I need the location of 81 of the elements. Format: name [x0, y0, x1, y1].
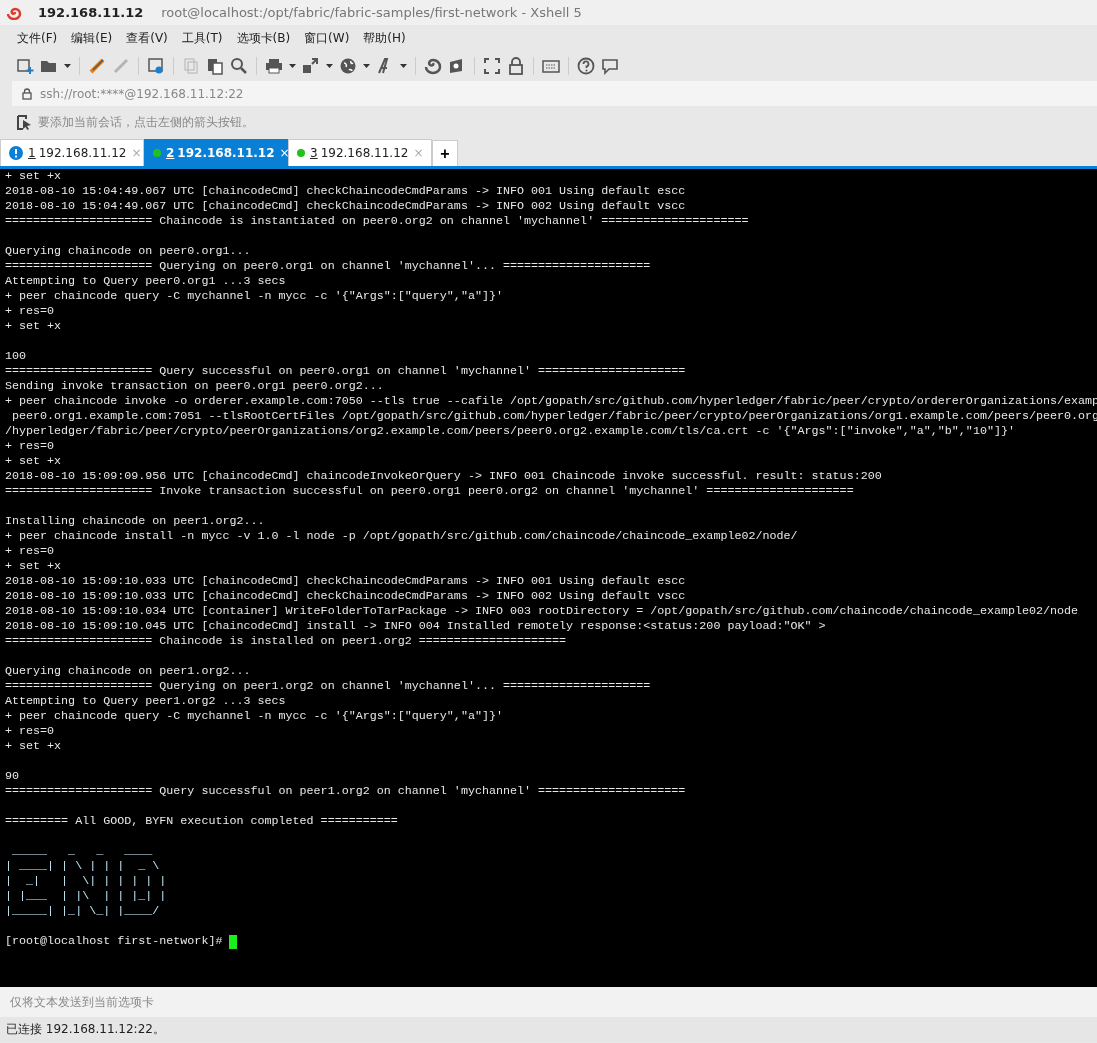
- terminal-line: + peer chaincode query -C mychannel -n mycc -c '{"Args":["query","a"]}': [5, 289, 504, 304]
- terminal-line: 2018-08-10 15:04:49.067 UTC [chaincodeCmd] checkChaincodeCmdParams -> INFO 002 Using default vscc: [5, 199, 687, 214]
- terminal-line: + res=0: [5, 724, 56, 739]
- keyboard-icon[interactable]: [542, 57, 560, 75]
- caret-icon[interactable]: [400, 64, 407, 68]
- terminal-line: /hyperledger/fabric/peer/crypto/peerOrganizations/org2.example.com/peers/peer0.org2.example.com/tls/ca.crt -c '{"Args":["invoke","a","b","10"]}': [5, 424, 1016, 439]
- status-dot: [297, 149, 305, 157]
- lock-icon: [22, 87, 32, 100]
- session-tab[interactable]: 3 192.168.11.12 ×: [288, 139, 432, 166]
- menu-item[interactable]: 选项卡(B): [233, 28, 294, 49]
- terminal-line: + set +x: [5, 454, 63, 469]
- terminal-line: + set +x: [5, 169, 63, 184]
- terminal-line: Sending invoke transaction on peer0.org1 peer0.org2...: [5, 379, 385, 394]
- help-icon[interactable]: [577, 57, 595, 75]
- terminal-line: ===================== Invoke transaction successful on peer0.org1 peer0.org2 on channel 'mychannel' =====================: [5, 484, 855, 499]
- menu-item[interactable]: 窗口(W): [301, 28, 353, 49]
- hint-text: 要添加当前会话，点击左侧的箭头按钮。: [38, 113, 254, 131]
- terminal-line: + set +x: [5, 739, 63, 754]
- terminal-line: Querying chaincode on peer1.org2...: [5, 664, 252, 679]
- add-session-arrow-icon[interactable]: [16, 114, 32, 130]
- chat-icon[interactable]: [601, 57, 619, 75]
- terminal-line: 90: [5, 769, 21, 784]
- terminal-line: 2018-08-10 15:09:10.033 UTC [chaincodeCmd] checkChaincodeCmdParams -> INFO 001 Using default escc: [5, 574, 687, 589]
- printer-icon[interactable]: [265, 57, 283, 75]
- globe-icon[interactable]: [339, 57, 357, 75]
- terminal-line: Attempting to Query peer0.org1 ...3 secs: [5, 274, 287, 289]
- transfer-icon[interactable]: [302, 57, 320, 75]
- search-icon[interactable]: [230, 57, 248, 75]
- app-logo-icon: [6, 5, 22, 20]
- terminal-line: ===================== Query successful on peer0.org1 on channel 'mychannel' =====================: [5, 364, 687, 379]
- paste-icon[interactable]: [206, 57, 224, 75]
- menu-item[interactable]: 帮助(H): [360, 28, 409, 49]
- terminal-line: 2018-08-10 15:04:49.067 UTC [chaincodeCmd] checkChaincodeCmdParams -> INFO 001 Using default escc: [5, 184, 687, 199]
- terminal[interactable]: [0, 169, 1097, 987]
- terminal-line: 2018-08-10 15:09:10.033 UTC [chaincodeCmd] checkChaincodeCmdParams -> INFO 002 Using default vscc: [5, 589, 687, 604]
- terminal-line: + res=0: [5, 544, 56, 559]
- terminal-line: 2018-08-10 15:09:09.956 UTC [chaincodeCmd] chaincodeInvokeOrQuery -> INFO 001 Chaincode invoke successful. result: status:200: [5, 469, 883, 484]
- caret-icon[interactable]: [289, 64, 296, 68]
- terminal-line: + set +x: [5, 319, 63, 334]
- terminal-line: Querying chaincode on peer0.org1...: [5, 244, 252, 259]
- terminal-line: ===================== Query successful on peer1.org2 on channel 'mychannel' =====================: [5, 784, 687, 799]
- cursor: [229, 934, 238, 949]
- terminal-line: + res=0: [5, 304, 56, 319]
- terminal-line: ========= All GOOD, BYFN execution completed ===========: [5, 814, 399, 829]
- terminal-line: ===================== Querying on peer1.org2 on channel 'mychannel'... =====================: [5, 679, 652, 694]
- host-title: 192.168.11.12: [38, 5, 144, 20]
- properties-icon[interactable]: [147, 57, 165, 75]
- send-text-field[interactable]: 仅将文本发送到当前选项卡: [8, 994, 412, 1010]
- session-tab[interactable]: 2 192.168.11.12 ×: [144, 139, 288, 166]
- caret-icon[interactable]: [326, 64, 333, 68]
- caret-icon[interactable]: [363, 64, 370, 68]
- ascii-art: _____ _ _ ____ | ____| | \ | | | _ \ | _| | \| | | | | | | |___ | |\ | | |_| | |_____| |_| \_| |____/: [5, 844, 168, 919]
- menu-item[interactable]: 文件(F): [14, 28, 61, 49]
- terminal-line: ===================== Chaincode is installed on peer1.org2 =====================: [5, 634, 568, 649]
- lock-icon[interactable]: [507, 57, 525, 75]
- terminal-line: + res=0: [5, 439, 56, 454]
- terminal-line: Installing chaincode on peer1.org2...: [5, 514, 266, 529]
- fullscreen-icon[interactable]: [483, 57, 501, 75]
- status-text: 已连接 192.168.11.12:22。: [6, 1021, 165, 1038]
- terminal-line: 2018-08-10 15:09:10.045 UTC [chaincodeCmd] install -> INFO 004 Installed remotely response:<status:200 payload:"OK" >: [5, 619, 827, 634]
- terminal-line: ===================== Chaincode is instantiated on peer0.org2 on channel 'mychannel' =====================: [5, 214, 750, 229]
- warning-icon: [9, 146, 23, 160]
- connect-icon[interactable]: [88, 57, 106, 75]
- menu-item[interactable]: 查看(V): [123, 28, 171, 49]
- terminal-line: 100: [5, 349, 28, 364]
- shell-prompt: [root@localhost first-network]#: [5, 934, 224, 949]
- terminal-line: + set +x: [5, 559, 63, 574]
- add-tab-button[interactable]: +: [432, 140, 458, 166]
- terminal-line: 2018-08-10 15:09:10.034 UTC [container] WriteFolderToTarPackage -> INFO 003 rootDirectory = /opt/gopath/src/github.com/chaincode/chaincode_example02/node: [5, 604, 1080, 619]
- menu-item[interactable]: 编辑(E): [68, 28, 116, 49]
- session-tab[interactable]: 1 192.168.11.12 ×: [0, 139, 144, 166]
- new-session-icon[interactable]: [16, 57, 34, 75]
- status-dot: [153, 149, 161, 157]
- terminal-line: Attempting to Query peer1.org2 ...3 secs: [5, 694, 287, 709]
- caret-icon[interactable]: [64, 64, 71, 68]
- menu-item[interactable]: 工具(T): [178, 28, 226, 49]
- swirl-icon[interactable]: [424, 57, 442, 75]
- terminal-line: ===================== Querying on peer0.org1 on channel 'mychannel'... =====================: [5, 259, 652, 274]
- window-title: root@localhost:/opt/fabric/fabric-samples/first-network - Xshell 5: [161, 5, 582, 20]
- terminal-line: + peer chaincode query -C mychannel -n mycc -c '{"Args":["query","a"]}': [5, 709, 504, 724]
- terminal-line: + peer chaincode install -n mycc -v 1.0 -l node -p /opt/gopath/src/github.com/chaincode/chaincode_example02/node/: [5, 529, 799, 544]
